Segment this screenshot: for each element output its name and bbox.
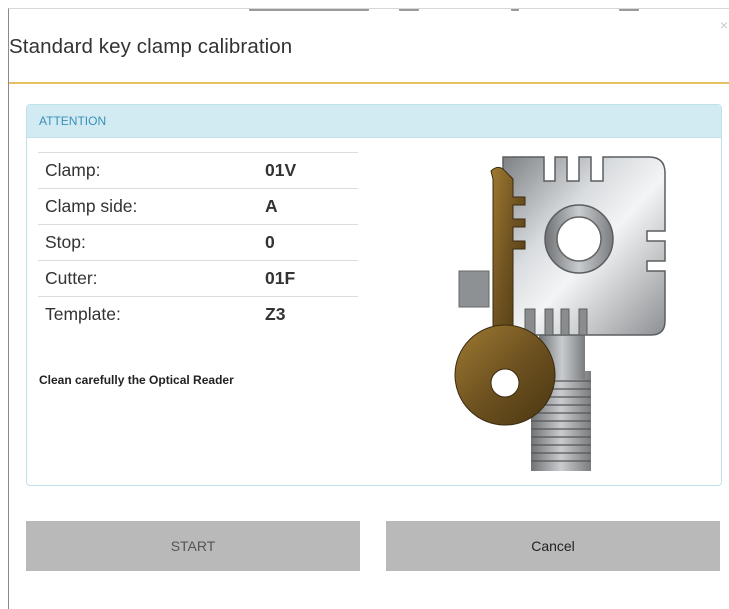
table-row: Clamp side: A [38, 188, 358, 225]
table-row: Template: Z3 [38, 296, 358, 332]
table-row: Stop: 0 [38, 224, 358, 261]
calibration-dialog: Standard key clamp calibration × ATTENTI… [8, 8, 729, 609]
panel-header-label: ATTENTION [39, 114, 107, 128]
panel-header: ATTENTION [27, 105, 721, 138]
row-value-clamp-side: A [265, 188, 358, 225]
row-value-cutter: 01F [265, 260, 358, 297]
dialog-title: Standard key clamp calibration [9, 35, 293, 58]
table-row: Clamp: 01V [38, 152, 358, 189]
title-divider [9, 82, 729, 84]
row-label-stop: Stop: [38, 224, 265, 261]
close-icon[interactable]: × [720, 17, 728, 33]
settings-table: Clamp: 01V Clamp side: A Stop: 0 Cutter:… [38, 152, 358, 332]
row-value-stop: 0 [265, 224, 358, 261]
table-row: Cutter: 01F [38, 260, 358, 297]
attention-panel: ATTENTION Clamp: 01V Clamp side: A Stop:… [26, 104, 722, 486]
row-label-template: Template: [38, 296, 265, 332]
start-button[interactable]: START [26, 521, 360, 571]
instruction-note: Clean carefully the Optical Reader [39, 373, 234, 387]
row-label-clamp-side: Clamp side: [38, 188, 265, 225]
cancel-button[interactable]: Cancel [386, 521, 720, 571]
background-strip [249, 9, 689, 17]
row-value-template: Z3 [265, 296, 358, 332]
key-clamp-illustration [454, 156, 666, 471]
row-label-cutter: Cutter: [38, 260, 265, 297]
row-value-clamp: 01V [265, 152, 358, 189]
row-label-clamp: Clamp: [38, 152, 265, 189]
